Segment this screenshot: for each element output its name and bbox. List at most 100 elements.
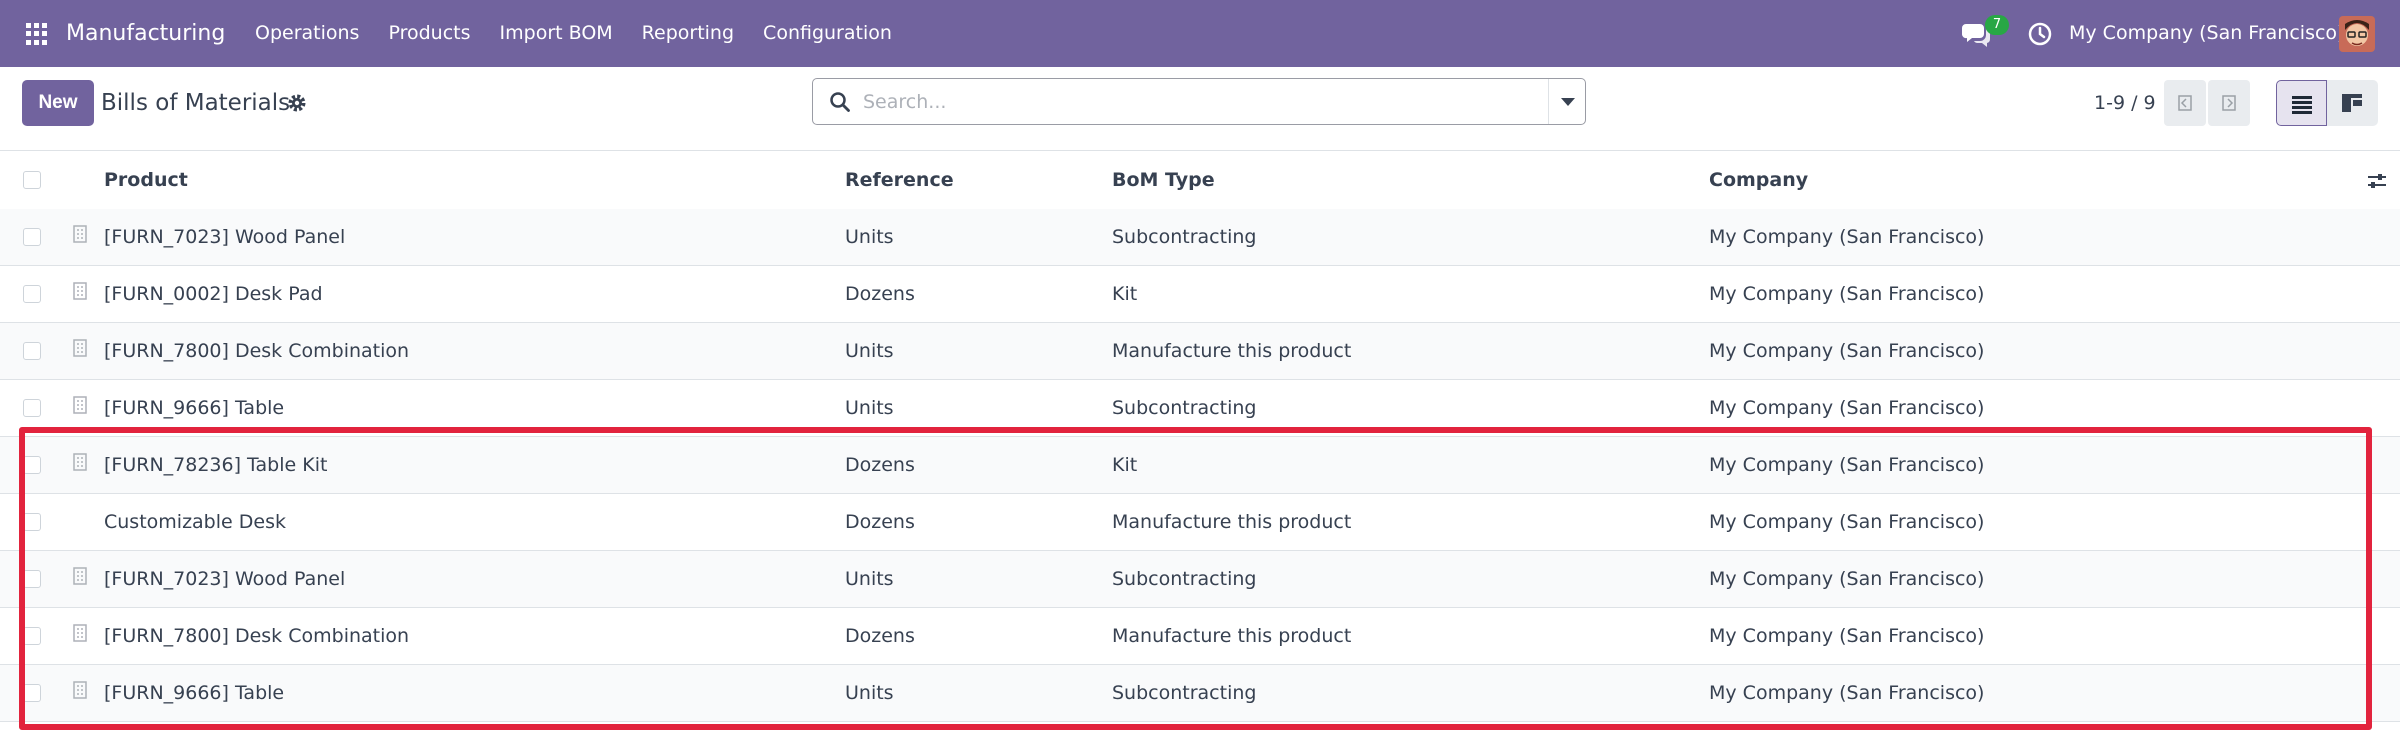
- clock-icon[interactable]: [2028, 22, 2052, 46]
- pager-next-button[interactable]: [2208, 80, 2250, 126]
- cell-reference: Dozens: [845, 511, 915, 533]
- list-view-icon: [2292, 96, 2312, 114]
- drag-handle-icon[interactable]: [72, 282, 88, 300]
- cell-reference: Units: [845, 340, 894, 362]
- gear-icon[interactable]: [287, 93, 307, 113]
- row-checkbox[interactable]: [23, 513, 41, 531]
- messages-count-badge: 7: [1985, 15, 2009, 35]
- cell-reference: Dozens: [845, 625, 915, 647]
- cell-reference: Units: [845, 568, 894, 590]
- table-row[interactable]: [FURN_7800] Desk Combination Units Manuf…: [0, 323, 2400, 380]
- cell-reference: Units: [845, 682, 894, 704]
- menu-configuration[interactable]: Configuration: [763, 0, 892, 67]
- search-icon: [830, 92, 850, 112]
- column-header-company[interactable]: Company: [1709, 151, 1808, 209]
- table-row[interactable]: [FURN_7023] Wood Panel Units Subcontract…: [0, 209, 2400, 266]
- cell-company: My Company (San Francisco): [1709, 682, 1985, 704]
- main-menu: Operations Products Import BOM Reporting…: [255, 0, 921, 67]
- company-switcher[interactable]: My Company (San Francisco): [2069, 0, 2344, 67]
- row-checkbox[interactable]: [23, 456, 41, 474]
- table-header: Product Reference BoM Type Company: [0, 151, 2400, 210]
- list-view-button[interactable]: [2276, 80, 2327, 126]
- cell-company: My Company (San Francisco): [1709, 568, 1985, 590]
- row-checkbox[interactable]: [23, 627, 41, 645]
- cell-bom-type: Manufacture this product: [1112, 340, 1352, 362]
- cell-company: My Company (San Francisco): [1709, 625, 1985, 647]
- cell-company: My Company (San Francisco): [1709, 226, 1985, 248]
- kanban-view-button[interactable]: [2327, 80, 2378, 126]
- table-row[interactable]: [FURN_7023] Wood Panel Units Subcontract…: [0, 551, 2400, 608]
- search-input[interactable]: [863, 85, 1353, 118]
- sliders-icon[interactable]: [2366, 171, 2388, 191]
- table-row[interactable]: [FURN_7800] Desk Combination Dozens Manu…: [0, 608, 2400, 665]
- chevron-right-icon: [2222, 95, 2236, 111]
- apps-grid-icon[interactable]: [26, 23, 48, 45]
- column-header-bom-type[interactable]: BoM Type: [1112, 151, 1215, 209]
- cell-reference: Dozens: [845, 454, 915, 476]
- drag-handle-icon[interactable]: [72, 396, 88, 414]
- avatar[interactable]: [2339, 16, 2375, 52]
- caret-down-icon: [1561, 98, 1575, 106]
- drag-handle-icon[interactable]: [72, 624, 88, 642]
- row-checkbox[interactable]: [23, 570, 41, 588]
- search-bar: [812, 78, 1586, 125]
- row-checkbox[interactable]: [23, 342, 41, 360]
- pager-previous-button[interactable]: [2164, 80, 2206, 126]
- cell-company: My Company (San Francisco): [1709, 454, 1985, 476]
- menu-reporting[interactable]: Reporting: [642, 0, 734, 67]
- drag-handle-icon[interactable]: [72, 225, 88, 243]
- kanban-view-icon: [2342, 94, 2362, 112]
- cell-product: [FURN_7800] Desk Combination: [104, 625, 410, 647]
- new-button[interactable]: New: [22, 80, 94, 126]
- drag-handle-icon[interactable]: [72, 681, 88, 699]
- row-checkbox[interactable]: [23, 684, 41, 702]
- cell-bom-type: Subcontracting: [1112, 568, 1257, 590]
- cell-company: My Company (San Francisco): [1709, 283, 1985, 305]
- control-panel: New Bills of Materials 1-9 / 9: [0, 67, 2400, 151]
- cell-product: [FURN_9666] Table: [104, 397, 285, 419]
- page-title[interactable]: Bills of Materials: [101, 80, 290, 126]
- pager-value[interactable]: 1-9 / 9: [2094, 80, 2156, 126]
- drag-handle-icon[interactable]: [72, 567, 88, 585]
- cell-product: [FURN_7800] Desk Combination: [104, 340, 410, 362]
- cell-reference: Units: [845, 397, 894, 419]
- cell-bom-type: Kit: [1112, 454, 1138, 476]
- table-row[interactable]: [FURN_9666] Table Units Subcontracting M…: [0, 380, 2400, 437]
- table-row[interactable]: Customizable Desk Dozens Manufacture thi…: [0, 494, 2400, 551]
- table-row[interactable]: [FURN_0002] Desk Pad Dozens Kit My Compa…: [0, 266, 2400, 323]
- table-row[interactable]: [FURN_9666] Table Units Subcontracting M…: [0, 665, 2400, 722]
- cell-bom-type: Subcontracting: [1112, 226, 1257, 248]
- row-checkbox[interactable]: [23, 228, 41, 246]
- select-all-checkbox[interactable]: [23, 171, 41, 189]
- cell-company: My Company (San Francisco): [1709, 511, 1985, 533]
- drag-handle-icon[interactable]: [72, 453, 88, 471]
- cell-bom-type: Subcontracting: [1112, 682, 1257, 704]
- cell-bom-type: Kit: [1112, 283, 1138, 305]
- menu-operations[interactable]: Operations: [255, 0, 359, 67]
- table-row[interactable]: [FURN_78236] Table Kit Dozens Kit My Com…: [0, 437, 2400, 494]
- cell-product: Customizable Desk: [104, 511, 286, 533]
- row-checkbox[interactable]: [23, 285, 41, 303]
- cell-reference: Dozens: [845, 283, 915, 305]
- cell-reference: Units: [845, 226, 894, 248]
- menu-products[interactable]: Products: [388, 0, 470, 67]
- cell-company: My Company (San Francisco): [1709, 340, 1985, 362]
- column-header-reference[interactable]: Reference: [845, 151, 954, 209]
- cell-product: [FURN_7023] Wood Panel: [104, 568, 346, 590]
- cell-company: My Company (San Francisco): [1709, 397, 1985, 419]
- search-options-toggle[interactable]: [1548, 79, 1586, 124]
- cell-product: [FURN_0002] Desk Pad: [104, 283, 323, 305]
- menu-import-bom[interactable]: Import BOM: [500, 0, 613, 67]
- cell-bom-type: Manufacture this product: [1112, 511, 1352, 533]
- cell-bom-type: Manufacture this product: [1112, 625, 1352, 647]
- app-brand[interactable]: Manufacturing: [66, 0, 225, 67]
- chevron-left-icon: [2178, 95, 2192, 111]
- cell-product: [FURN_78236] Table Kit: [104, 454, 328, 476]
- cell-product: [FURN_7023] Wood Panel: [104, 226, 346, 248]
- cell-product: [FURN_9666] Table: [104, 682, 285, 704]
- row-checkbox[interactable]: [23, 399, 41, 417]
- column-header-product[interactable]: Product: [104, 151, 188, 209]
- top-navbar: Manufacturing Operations Products Import…: [0, 0, 2400, 67]
- drag-handle-icon[interactable]: [72, 339, 88, 357]
- cell-bom-type: Subcontracting: [1112, 397, 1257, 419]
